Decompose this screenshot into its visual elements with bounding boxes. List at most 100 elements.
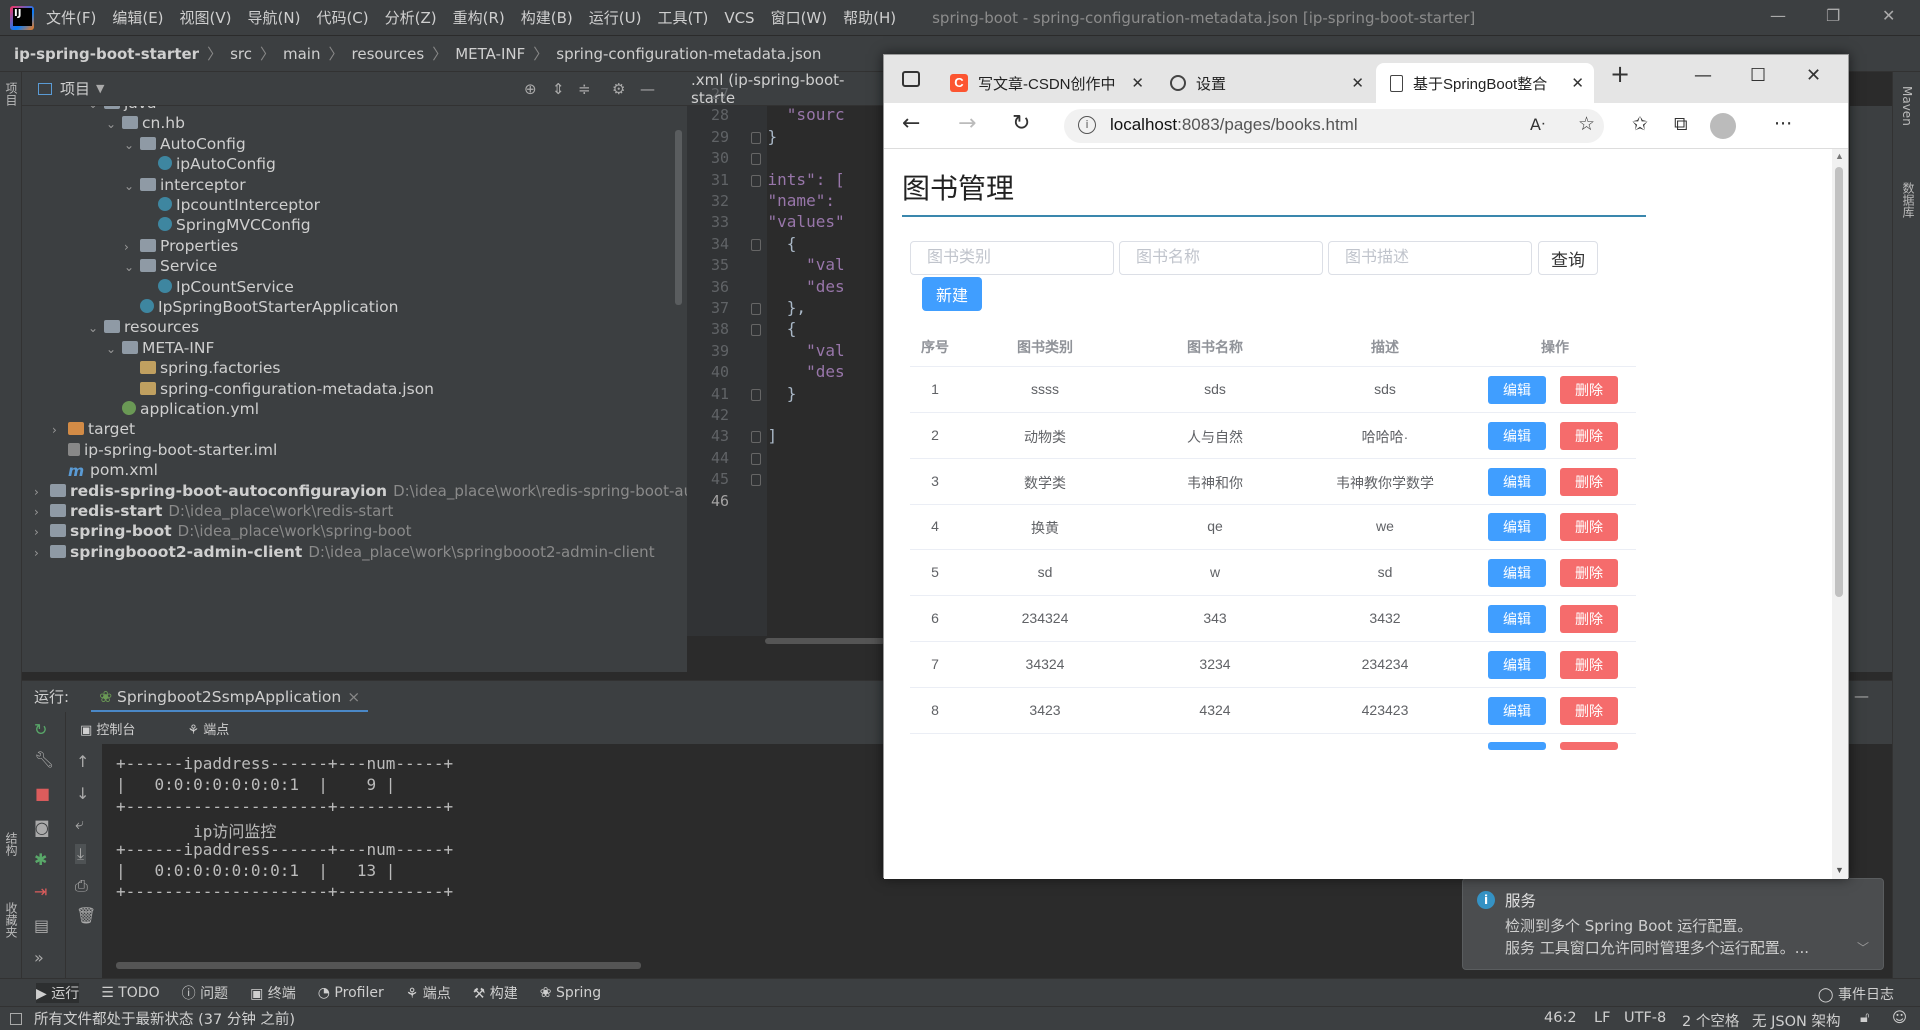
fold-marker-icon[interactable] xyxy=(751,303,761,315)
collapse-all-icon[interactable]: ≑ xyxy=(578,80,591,98)
menu-refactor[interactable]: 重构(R) xyxy=(453,7,505,28)
indent-setting[interactable]: 2 个空格 xyxy=(1682,1010,1739,1030)
scroll-up-icon[interactable]: ↑ xyxy=(76,752,89,771)
close-icon[interactable]: ✕ xyxy=(1131,74,1144,92)
maximize-icon[interactable]: ☐ xyxy=(1750,65,1766,86)
bottom-tab-todo[interactable]: ☰ TODO xyxy=(101,985,159,1001)
delete-button[interactable]: 删除 xyxy=(1560,376,1618,404)
close-icon[interactable]: ✕ xyxy=(1571,74,1584,92)
console-hscrollbar[interactable] xyxy=(116,962,641,969)
delete-button[interactable]: 删除 xyxy=(1560,559,1618,588)
delete-button[interactable]: 删除 xyxy=(1560,467,1618,496)
soft-wrap-icon[interactable]: ⤶ xyxy=(75,814,84,834)
menu-window[interactable]: 窗口(W) xyxy=(771,7,828,28)
status-toggle-icon[interactable] xyxy=(10,1012,22,1025)
locate-icon[interactable]: ⊕ xyxy=(524,80,537,98)
menu-analyze[interactable]: 分析(Z) xyxy=(385,7,437,28)
browser-tab-csdn[interactable]: C 写文章-CSDN创作中 ✕ xyxy=(936,63,1154,103)
bottom-tab-terminal[interactable]: ▣ 终端 xyxy=(250,983,296,1003)
tree-node[interactable]: › springbooot2-admin-client D:\idea_place\… xyxy=(34,540,655,565)
fold-marker-icon[interactable] xyxy=(751,324,761,337)
menu-vcs[interactable]: VCS xyxy=(724,9,754,27)
fold-marker-icon[interactable] xyxy=(751,131,761,144)
event-log-button[interactable]: ◯ 事件日志 xyxy=(1818,984,1894,1004)
line-separator[interactable]: LF xyxy=(1594,1010,1610,1026)
breadcrumb-meta-inf[interactable]: META-INF xyxy=(455,45,525,63)
read-aloud-icon[interactable]: Aᐧ xyxy=(1530,115,1545,134)
inspection-icon[interactable]: ☺ xyxy=(1892,1010,1907,1026)
chevron-down-icon[interactable]: ⌄ xyxy=(124,255,140,280)
chevron-right-icon[interactable]: › xyxy=(34,541,50,566)
refresh-icon[interactable]: ↻ xyxy=(1012,111,1030,136)
gear-icon[interactable]: ⚙ xyxy=(612,80,625,98)
delete-button[interactable]: 删除 xyxy=(1560,696,1618,725)
wrench-icon[interactable]: 🔧︎ xyxy=(34,750,54,769)
fold-marker-icon[interactable] xyxy=(751,174,761,187)
hide-icon[interactable]: — xyxy=(640,80,655,98)
favorites-icon[interactable]: ✩ xyxy=(1632,113,1648,135)
edit-button[interactable] xyxy=(1488,742,1546,751)
console-tab[interactable]: ▣ 控制台 xyxy=(80,719,161,738)
minimize-icon[interactable]: — xyxy=(1694,65,1712,86)
address-bar[interactable]: i localhost:8083/pages/books.html xyxy=(1064,109,1604,143)
close-icon[interactable]: ✕ xyxy=(1882,6,1895,25)
bottom-tab-spring[interactable]: ❀ Spring xyxy=(540,985,601,1001)
edit-button[interactable]: 编辑 xyxy=(1488,696,1546,725)
scroll-down-icon[interactable]: ▼ xyxy=(1835,865,1844,875)
edit-button[interactable]: 编辑 xyxy=(1488,650,1546,679)
menu-edit[interactable]: 编辑(E) xyxy=(112,7,163,28)
edit-button[interactable]: 编辑 xyxy=(1488,467,1546,496)
fold-marker-icon[interactable] xyxy=(751,452,761,465)
edit-button[interactable]: 编辑 xyxy=(1488,559,1546,588)
breadcrumb-project[interactable]: ip-spring-boot-starter xyxy=(14,45,199,63)
json-schema[interactable]: 无 JSON 架构 xyxy=(1752,1010,1840,1030)
maven-tool-button[interactable]: Maven xyxy=(1900,86,1914,126)
notification-line2[interactable]: 服务 工具窗口允许同时管理多个运行配置。... xyxy=(1505,937,1809,958)
menu-run[interactable]: 运行(U) xyxy=(589,7,642,28)
new-button[interactable]: 新建 xyxy=(922,277,982,311)
structure-tool-button[interactable]: 结构 xyxy=(3,832,20,856)
caret-position[interactable]: 46:2 xyxy=(1544,1010,1577,1026)
project-panel-title[interactable]: 项目 xyxy=(60,78,90,99)
new-tab-icon[interactable]: + xyxy=(1610,60,1630,88)
expand-all-icon[interactable]: ⇕ xyxy=(552,80,565,98)
delete-button[interactable] xyxy=(1560,742,1618,751)
debug-icon[interactable]: ✱ xyxy=(34,850,47,869)
edit-button[interactable]: 编辑 xyxy=(1488,421,1546,450)
avatar[interactable] xyxy=(1710,113,1736,139)
close-icon[interactable]: ✕ xyxy=(1806,65,1821,86)
bottom-tab-endpoints[interactable]: ⚘ 端点 xyxy=(406,983,451,1003)
delete-button[interactable]: 删除 xyxy=(1560,421,1618,450)
scroll-up-icon[interactable]: ▲ xyxy=(1835,151,1844,161)
minimize-icon[interactable]: — xyxy=(1770,6,1786,25)
camera-icon[interactable]: ◙ xyxy=(34,818,50,837)
edit-button[interactable]: 编辑 xyxy=(1488,376,1546,404)
menu-tools[interactable]: 工具(T) xyxy=(657,7,708,28)
editor-hscrollbar[interactable] xyxy=(765,638,885,644)
breadcrumb-resources[interactable]: resources xyxy=(352,45,425,63)
scroll-to-end-icon[interactable]: ⤓ xyxy=(75,844,87,864)
fold-marker-icon[interactable] xyxy=(751,153,761,166)
fold-marker-icon[interactable] xyxy=(751,238,761,251)
fold-marker-icon[interactable] xyxy=(751,431,761,444)
hide-icon[interactable]: — xyxy=(1854,687,1869,705)
delete-button[interactable]: 删除 xyxy=(1560,513,1618,542)
chevron-down-icon[interactable]: ▼ xyxy=(96,82,104,95)
close-icon[interactable]: × xyxy=(347,688,360,706)
exit-icon[interactable]: ⇥ xyxy=(34,882,47,901)
favorites-tool-button[interactable]: 收藏夹 xyxy=(3,902,20,938)
layout-icon[interactable]: ▤ xyxy=(34,916,49,935)
collections-icon[interactable]: ⧉ xyxy=(1674,113,1688,135)
fold-marker-icon[interactable] xyxy=(751,474,761,487)
services-notification[interactable]: i 服务 检测到多个 Spring Boot 运行配置。 服务 工具窗口允许同时… xyxy=(1462,878,1884,970)
database-tool-button[interactable]: 数据库 xyxy=(1900,182,1917,218)
chevron-down-icon[interactable]: ⌄ xyxy=(106,337,122,362)
close-icon[interactable]: ✕ xyxy=(1351,74,1364,92)
description-input[interactable]: 图书描述 xyxy=(1328,241,1532,275)
print-icon[interactable]: ⎙ xyxy=(75,876,88,896)
forward-icon[interactable]: → xyxy=(958,111,976,136)
bottom-tab-build[interactable]: ⚒ 构建 xyxy=(473,983,518,1003)
breadcrumb-main[interactable]: main xyxy=(283,45,320,63)
menu-file[interactable]: 文件(F) xyxy=(46,7,96,28)
add-favorite-icon[interactable]: ☆ xyxy=(1578,113,1595,135)
